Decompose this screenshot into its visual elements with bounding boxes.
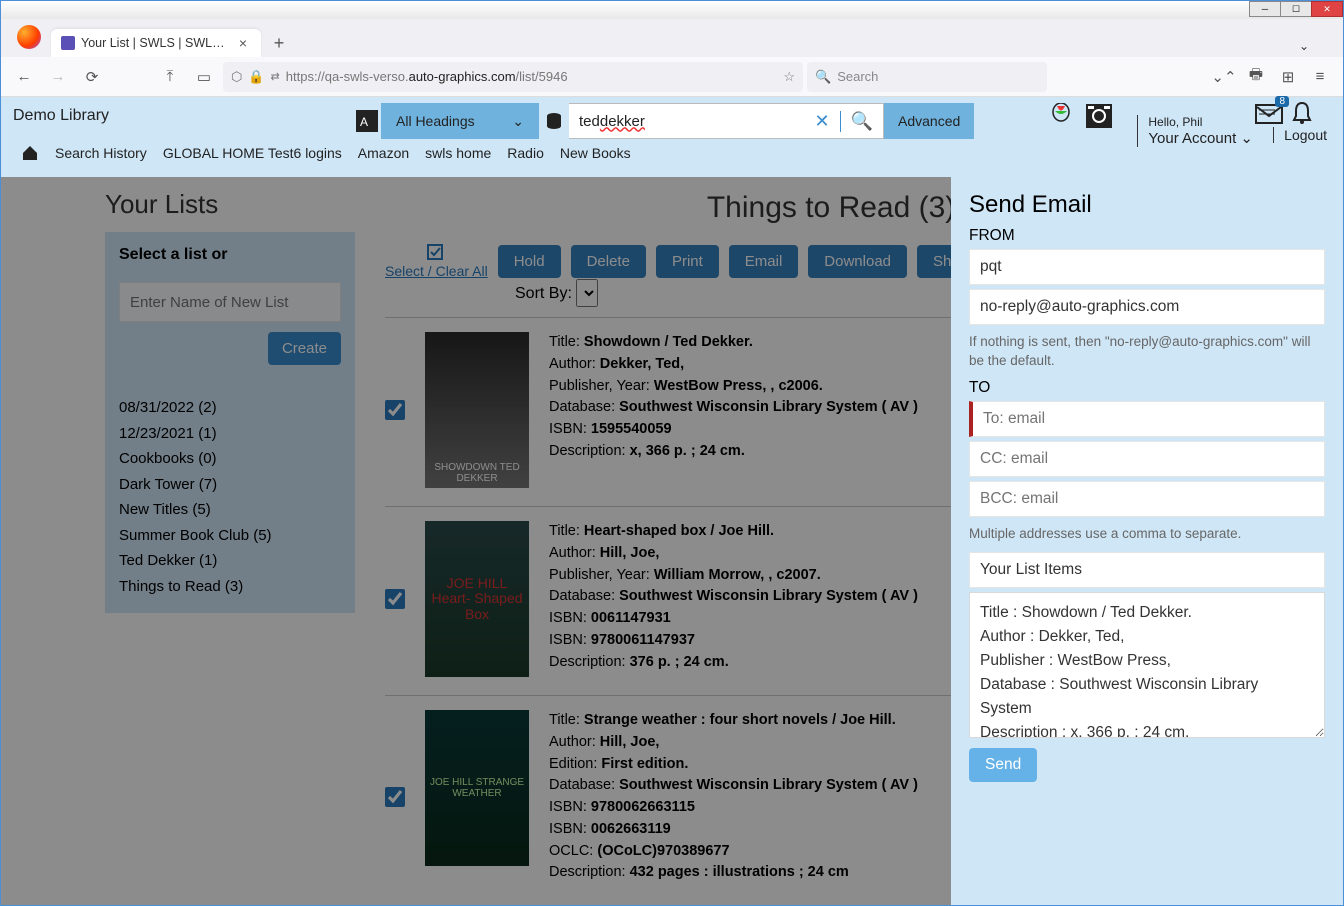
translate-icon[interactable]: A	[353, 103, 381, 139]
bell-icon[interactable]	[1291, 101, 1313, 125]
one-off-2-icon[interactable]: ▭	[189, 62, 219, 92]
chevron-down-icon: ⌄	[1236, 130, 1253, 147]
browser-tab[interactable]: Your List | SWLS | SWLS | Auto-G ×	[51, 29, 261, 57]
one-off-1-icon[interactable]: ⤒	[155, 62, 185, 92]
headings-label: All Headings	[396, 113, 475, 129]
window-minimize[interactable]: ─	[1249, 1, 1281, 17]
nav-new-books[interactable]: New Books	[560, 145, 631, 161]
bcc-input[interactable]	[969, 481, 1325, 517]
account-block[interactable]: Hello, Phil Your Account ⌄	[1137, 115, 1253, 147]
permissions-icon: ⇄	[271, 70, 280, 83]
to-note: Multiple addresses use a comma to separa…	[969, 525, 1325, 544]
search-icon: 🔍	[815, 69, 831, 85]
nav-swls[interactable]: swls home	[425, 145, 491, 161]
url-bar[interactable]: ⬡ 🔒 ⇄ https://qa-swls-verso.auto-graphic…	[223, 62, 803, 92]
greeting-text: Hello, Phil	[1148, 115, 1253, 129]
nav-amazon[interactable]: Amazon	[358, 145, 409, 161]
to-label: TO	[969, 379, 1325, 397]
forward-button: →	[43, 62, 73, 92]
catalog-search-input[interactable]: ted dekker ✕ 🔍	[569, 103, 884, 139]
email-body-textarea[interactable]: Title : Showdown / Ted Dekker.Author : D…	[969, 592, 1325, 738]
cc-input[interactable]	[969, 441, 1325, 477]
chevron-down-icon: ⌄	[512, 113, 524, 130]
bookmark-star-icon[interactable]: ☆	[783, 69, 795, 85]
balloon-icon[interactable]	[1051, 103, 1071, 129]
from-note: If nothing is sent, then "no-reply@auto-…	[969, 333, 1325, 371]
tab-title: Your List | SWLS | SWLS | Auto-G	[81, 36, 229, 50]
messages-icon[interactable]: 8	[1255, 102, 1283, 124]
from-name-input[interactable]	[969, 249, 1325, 285]
firefox-logo-icon	[17, 25, 41, 49]
tab-favicon-icon	[61, 36, 75, 50]
advanced-search-button[interactable]: Advanced	[884, 103, 974, 139]
svg-text:A: A	[360, 115, 368, 129]
shield-icon: ⬡	[231, 69, 242, 85]
tab-close-icon[interactable]: ×	[235, 35, 251, 51]
headings-dropdown[interactable]: All Headings ⌄	[381, 103, 539, 139]
send-email-panel: Send Email FROM If nothing is sent, then…	[951, 177, 1343, 905]
subject-input[interactable]	[969, 552, 1325, 588]
search-submit-icon[interactable]: 🔍	[840, 111, 873, 132]
nav-global[interactable]: GLOBAL HOME Test6 logins	[163, 145, 342, 161]
database-icon[interactable]	[539, 103, 569, 139]
url-text: https://qa-swls-verso.auto-graphics.com/…	[286, 69, 778, 84]
extensions-icon[interactable]: ⊞	[1273, 62, 1303, 92]
window-maximize[interactable]: ☐	[1280, 1, 1312, 17]
from-address-input[interactable]	[969, 289, 1325, 325]
to-input[interactable]	[969, 401, 1325, 437]
logout-link[interactable]: Logout	[1273, 127, 1327, 143]
email-panel-title: Send Email	[969, 191, 1325, 219]
lock-icon: 🔒	[248, 69, 264, 85]
reload-button[interactable]: ⟳	[77, 62, 107, 92]
from-label: FROM	[969, 227, 1325, 245]
pocket-icon[interactable]: ⌄⌃	[1209, 62, 1239, 92]
clear-search-icon[interactable]: ✕	[814, 111, 829, 132]
send-button[interactable]: Send	[969, 748, 1037, 782]
browser-search-input[interactable]: 🔍 Search	[807, 62, 1047, 92]
nav-search-history[interactable]: Search History	[55, 145, 147, 161]
home-icon[interactable]	[21, 145, 39, 161]
browser-search-placeholder: Search	[837, 69, 878, 84]
window-close[interactable]: ✕	[1311, 1, 1343, 17]
your-account-label: Your Account	[1148, 130, 1236, 147]
menu-icon[interactable]: ≡	[1305, 62, 1335, 92]
library-name: Demo Library	[13, 103, 109, 125]
tabs-dropdown-icon[interactable]: ⌄	[1291, 35, 1317, 57]
nav-radio[interactable]: Radio	[507, 145, 544, 161]
back-button[interactable]: ←	[9, 62, 39, 92]
messages-count: 8	[1275, 96, 1289, 107]
scan-icon[interactable]	[1085, 103, 1113, 129]
new-tab-button[interactable]: +	[265, 29, 293, 57]
print-icon[interactable]: 🖶	[1241, 62, 1271, 92]
